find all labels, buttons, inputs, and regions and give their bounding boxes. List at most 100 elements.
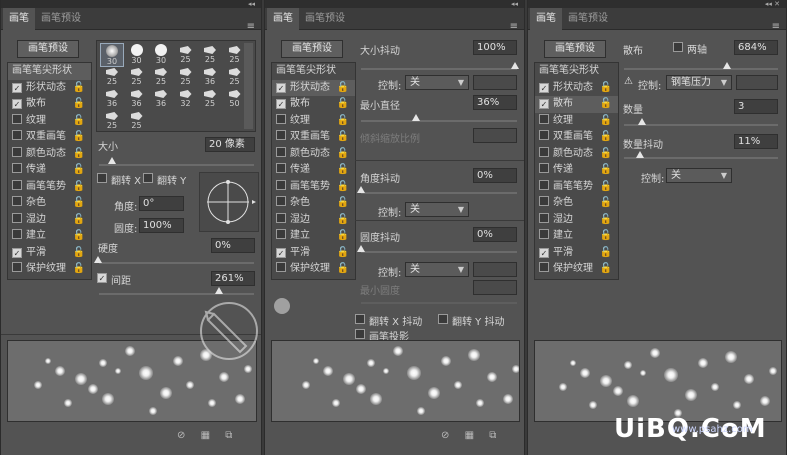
roundness-jitter-field[interactable]: 0% xyxy=(473,227,517,242)
setting-checkbox[interactable]: ✓ xyxy=(539,99,549,109)
lock-icon[interactable]: 🔓 xyxy=(73,146,85,163)
list-item-brush-tip-shape[interactable]: 画笔笔尖形状 xyxy=(535,63,618,80)
list-item-setting[interactable]: 建立 🔓 xyxy=(8,228,91,245)
setting-checkbox[interactable]: ✓ xyxy=(12,99,22,109)
setting-checkbox[interactable] xyxy=(12,229,22,239)
setting-checkbox[interactable] xyxy=(12,196,22,206)
hardness-slider-track[interactable] xyxy=(99,262,254,264)
list-item-setting[interactable]: 保护纹理 🔓 xyxy=(535,261,618,278)
flip-x-jitter-checkbox[interactable] xyxy=(355,314,365,324)
min-diameter-slider-track[interactable] xyxy=(361,120,517,122)
angle-field[interactable]: 0° xyxy=(139,196,184,211)
count-jitter-slider-thumb[interactable] xyxy=(636,151,644,158)
brush-tip-thumbnail[interactable]: 25 xyxy=(125,65,149,89)
size-jitter-slider-thumb[interactable] xyxy=(511,62,519,69)
brush-presets-button[interactable]: 画笔预设 xyxy=(17,40,79,58)
tab-brush[interactable]: 画笔 xyxy=(267,8,299,30)
count-slider-track[interactable] xyxy=(624,124,778,126)
brush-tip-thumbnail[interactable]: 25 xyxy=(149,65,173,89)
lock-icon[interactable]: 🔓 xyxy=(337,80,349,97)
list-item-setting[interactable]: 纹理 🔓 xyxy=(535,113,618,130)
lock-icon[interactable]: 🔓 xyxy=(73,261,85,278)
setting-checkbox[interactable]: ✓ xyxy=(276,247,286,258)
list-item-setting[interactable]: 颜色动态 🔓 xyxy=(8,146,91,163)
setting-checkbox[interactable] xyxy=(12,179,22,190)
list-item-setting[interactable]: 建立 🔓 xyxy=(535,228,618,245)
setting-checkbox[interactable] xyxy=(276,146,286,157)
angle-jitter-slider-track[interactable] xyxy=(361,192,517,194)
lock-icon[interactable]: 🔓 xyxy=(337,146,349,163)
list-item-brush-tip-shape[interactable]: 画笔笔尖形状 xyxy=(272,63,355,80)
spacing-slider-track[interactable] xyxy=(99,293,254,295)
setting-checkbox[interactable] xyxy=(539,262,549,272)
list-item-setting[interactable]: ✓ 散布 🔓 xyxy=(535,96,618,113)
lock-icon[interactable]: 🔓 xyxy=(337,212,349,229)
brush-tip-thumbnail[interactable]: 30 xyxy=(125,43,149,67)
grid-scrollbar[interactable] xyxy=(244,43,253,129)
collapse-icon[interactable]: ◂◂ xyxy=(248,0,255,8)
list-item-setting[interactable]: ✓ 散布 🔓 xyxy=(272,96,355,113)
tab-brush-presets[interactable]: 画笔预设 xyxy=(35,8,87,30)
lock-icon[interactable]: 🔓 xyxy=(337,179,349,196)
setting-checkbox[interactable] xyxy=(276,196,286,206)
scatter-field[interactable]: 684% xyxy=(734,40,778,55)
brush-tip-thumbnail[interactable]: 25 xyxy=(198,43,222,67)
open-preset-manager-icon[interactable]: ▦ xyxy=(465,430,474,441)
roundness-control-select[interactable]: 关 ▼ xyxy=(405,262,469,277)
brush-tip-thumbnail[interactable]: 25 xyxy=(223,65,247,89)
spacing-field[interactable]: 261% xyxy=(211,271,255,286)
brush-tip-grid[interactable]: 30 30 30 25 25 25 25 25 25 25 36 25 36 36 36 32 25 50 25 25 xyxy=(96,40,256,132)
list-item-setting[interactable]: 建立 🔓 xyxy=(272,228,355,245)
lock-icon[interactable]: 🔓 xyxy=(73,195,85,212)
brush-tip-thumbnail[interactable]: 25 xyxy=(100,65,124,89)
roundness-field[interactable]: 100% xyxy=(139,218,184,233)
angle-jitter-field[interactable]: 0% xyxy=(473,168,517,183)
collapse-icon[interactable]: ◂◂ xyxy=(765,0,772,8)
lock-icon[interactable]: 🔓 xyxy=(73,228,85,245)
collapse-icon[interactable]: ◂◂ xyxy=(511,0,518,8)
setting-checkbox[interactable] xyxy=(12,262,22,272)
brush-tip-thumbnail[interactable]: 30 xyxy=(100,43,124,67)
angle-jitter-slider-thumb[interactable] xyxy=(357,186,365,193)
lock-icon[interactable]: 🔓 xyxy=(600,80,612,97)
scatter-control-select[interactable]: 钢笔压力 ▼ xyxy=(666,75,732,90)
list-item-setting[interactable]: 画笔笔势 🔓 xyxy=(535,179,618,196)
setting-checkbox[interactable]: ✓ xyxy=(539,247,549,258)
tab-brush[interactable]: 画笔 xyxy=(3,8,35,30)
flip-y-checkbox[interactable] xyxy=(143,173,153,183)
lock-icon[interactable]: 🔓 xyxy=(337,228,349,245)
list-item-setting[interactable]: 传递 🔓 xyxy=(8,162,91,179)
lock-icon[interactable]: 🔓 xyxy=(600,113,612,130)
panel-menu-icon[interactable]: ≡ xyxy=(247,16,255,38)
brush-tip-thumbnail[interactable]: 25 xyxy=(174,65,198,89)
close-icon[interactable]: ✕ xyxy=(774,0,780,8)
list-item-setting[interactable]: ✓ 平滑 🔓 xyxy=(535,245,618,262)
brush-presets-button[interactable]: 画笔预设 xyxy=(544,40,606,58)
list-item-setting[interactable]: 杂色 🔓 xyxy=(535,195,618,212)
lock-icon[interactable]: 🔓 xyxy=(73,113,85,130)
list-item-setting[interactable]: ✓ 散布 🔓 xyxy=(8,96,91,113)
list-item-setting[interactable]: 画笔笔势 🔓 xyxy=(272,179,355,196)
brush-presets-button[interactable]: 画笔预设 xyxy=(281,40,343,58)
toggle-bristle-preview-icon[interactable]: ⊘ xyxy=(177,430,185,441)
lock-icon[interactable]: 🔓 xyxy=(73,129,85,146)
setting-checkbox[interactable] xyxy=(12,146,22,157)
brush-tip-thumbnail[interactable]: 30 xyxy=(149,43,173,67)
lock-icon[interactable]: 🔓 xyxy=(600,212,612,229)
lock-icon[interactable]: 🔓 xyxy=(600,261,612,278)
spacing-checkbox[interactable]: ✓ xyxy=(97,273,107,283)
count-slider-thumb[interactable] xyxy=(638,118,646,125)
list-item-setting[interactable]: 传递 🔓 xyxy=(272,162,355,179)
lock-icon[interactable]: 🔓 xyxy=(73,162,85,179)
setting-checkbox[interactable] xyxy=(539,212,549,223)
brush-tip-thumbnail[interactable]: 36 xyxy=(125,87,149,111)
list-item-setting[interactable]: ✓ 平滑 🔓 xyxy=(8,245,91,262)
flip-y-jitter-checkbox[interactable] xyxy=(438,314,448,324)
list-item-setting[interactable]: 颜色动态 🔓 xyxy=(272,146,355,163)
lock-icon[interactable]: 🔓 xyxy=(600,162,612,179)
setting-checkbox[interactable] xyxy=(276,179,286,190)
setting-checkbox[interactable]: ✓ xyxy=(539,82,549,93)
lock-icon[interactable]: 🔓 xyxy=(73,245,85,262)
panel-menu-icon[interactable]: ≡ xyxy=(510,16,518,38)
brush-tip-thumbnail[interactable]: 25 xyxy=(125,109,149,133)
